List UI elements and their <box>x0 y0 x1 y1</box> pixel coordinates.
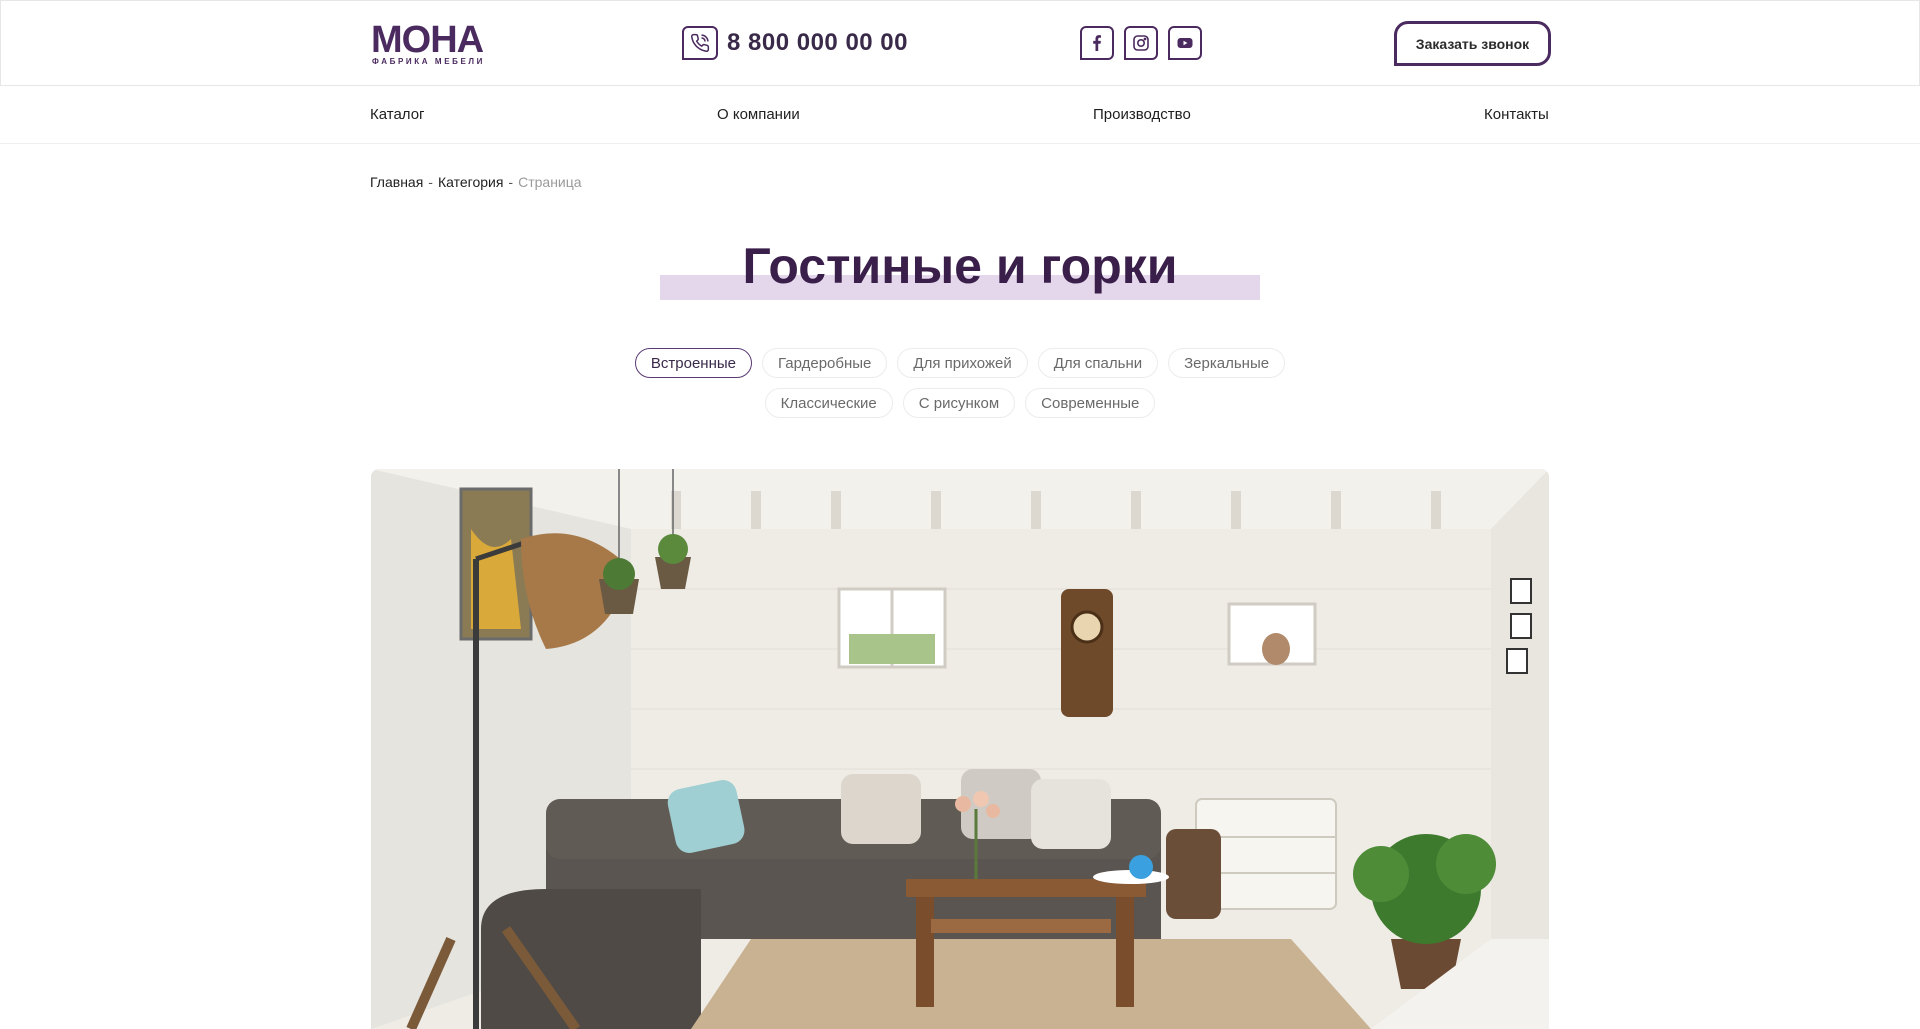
filter-chip[interactable]: Зеркальные <box>1168 348 1286 378</box>
breadcrumb-separator: - <box>428 174 433 190</box>
filter-chip[interactable]: Для спальни <box>1037 348 1159 378</box>
breadcrumb-separator: - <box>508 174 514 190</box>
filter-chip[interactable]: Классические <box>764 388 893 418</box>
filter-chip[interactable]: Для прихожей <box>897 348 1028 378</box>
logo[interactable]: МОНА ФАБРИКА МЕБЕЛИ <box>371 21 501 67</box>
breadcrumb-home[interactable]: Главная <box>370 174 423 190</box>
filter-chip[interactable]: Гардеробные <box>762 348 888 378</box>
facebook-icon[interactable] <box>1080 26 1114 60</box>
call-request-button[interactable]: Заказать звонок <box>1394 21 1551 66</box>
nav-item-production[interactable]: Производство <box>1093 106 1191 123</box>
phone-number[interactable]: 8 800 000 00 00 <box>727 29 908 57</box>
filter-chip[interactable]: С рисунком <box>902 388 1016 418</box>
breadcrumb-current: Страница <box>518 174 582 190</box>
filter-row: Встроенные Гардеробные Для прихожей Для … <box>0 348 1920 378</box>
header: МОНА ФАБРИКА МЕБЕЛИ 8 800 000 00 00 Зака… <box>0 0 1920 86</box>
phone-icon[interactable] <box>682 26 718 60</box>
main-nav: Каталог О компании Производство Контакты <box>0 86 1920 144</box>
filter-chip[interactable]: Современные <box>1025 388 1156 418</box>
logo-subtitle: ФАБРИКА МЕБЕЛИ <box>372 57 485 66</box>
page-title: Гостиные и горки <box>742 238 1178 294</box>
living-room-illustration <box>371 469 1549 1029</box>
nav-item-catalog[interactable]: Каталог <box>370 106 425 123</box>
youtube-icon[interactable] <box>1168 26 1202 60</box>
breadcrumb: Главная - Категория - Страница <box>370 174 582 190</box>
filter-row: Классические С рисунком Современные <box>0 388 1920 418</box>
nav-item-contacts[interactable]: Контакты <box>1484 106 1549 123</box>
instagram-icon[interactable] <box>1124 26 1158 60</box>
logo-wordmark: МОНА <box>371 19 484 61</box>
breadcrumb-category[interactable]: Категория <box>438 174 503 190</box>
nav-item-about[interactable]: О компании <box>717 106 800 123</box>
hero-image <box>371 469 1549 1029</box>
filter-chip-active[interactable]: Встроенные <box>634 348 752 378</box>
